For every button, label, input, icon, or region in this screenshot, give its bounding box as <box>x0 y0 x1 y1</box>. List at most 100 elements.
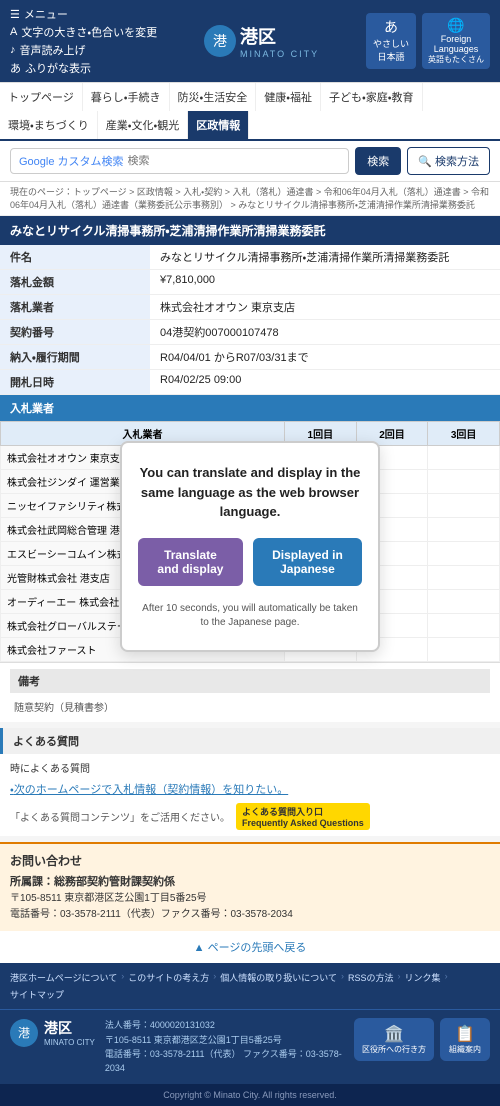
breadcrumb: 現在のページ：トップページ > 区政情報 > 入札・契約 > 入札（落札）通達書… <box>0 182 500 216</box>
translation-modal: You can translate and display in the sam… <box>120 441 380 652</box>
nav-children[interactable]: 子ども・家庭・教育 <box>321 83 422 111</box>
bid-r3 <box>428 566 500 590</box>
access-icon: 🏛️ <box>362 1024 426 1044</box>
foreign-language-btn[interactable]: 🌐 Foreign Languages 英語もたくさん <box>422 13 490 69</box>
info-value: ¥7,810,000 <box>150 270 500 295</box>
search-input[interactable] <box>128 155 341 167</box>
header-menu-group: ☰ メニュー A 文字の大きさ・色合いを変更 ♪ 音声読み上げ あ ふりがな表示 <box>10 6 157 76</box>
menu-btn[interactable]: ☰ メニュー <box>10 6 157 22</box>
displayed-in-japanese-button[interactable]: Displayed in Japanese <box>253 538 362 586</box>
bid-r3 <box>428 590 500 614</box>
back-to-top[interactable]: ▲ ページの先頭へ戻る <box>0 931 500 963</box>
info-table-row: 契約番号04港契約007000107478 <box>0 320 500 345</box>
contact-dept: 所属課：総務部契約管財課契約係 <box>10 873 490 889</box>
contact-header: お問い合わせ <box>10 852 490 869</box>
site-logo: 港 港区 MINATO CITY <box>204 23 319 59</box>
logo-sub: MINATO CITY <box>240 49 319 59</box>
menu-label: メニュー <box>24 6 68 22</box>
furigana-btn[interactable]: あ ふりがな表示 <box>10 60 157 76</box>
tts-icon: ♪ <box>10 44 16 56</box>
footer-org-btn[interactable]: 📋 組織案内 <box>440 1018 490 1061</box>
org-icon: 📋 <box>448 1024 482 1044</box>
info-table-row: 件名みなとリサイクル清掃事務所・芝浦清掃作業所清掃業務委託 <box>0 245 500 270</box>
footer-nav-policy[interactable]: このサイトの考え方 <box>128 971 209 984</box>
nav-environment[interactable]: 環境・まちづくり <box>0 111 98 139</box>
nav-ward-info[interactable]: 区政情報 <box>188 111 249 139</box>
info-value: みなとリサイクル清掃事務所・芝浦清掃作業所清掃業務委託 <box>150 245 500 270</box>
faq-header: よくある質問 <box>0 728 500 754</box>
nav-top[interactable]: トップページ <box>0 83 83 111</box>
footer-nav-links[interactable]: リンク集 <box>405 971 441 984</box>
nav-industry[interactable]: 産業・文化・観光 <box>98 111 188 139</box>
faq-item-1[interactable]: ・次のホームページで入札情報（契約情報）を知りたい。 <box>10 779 490 799</box>
footer-main: 港 港区 MINATO CITY 法人番号：4000020131032 〒105… <box>0 1009 500 1084</box>
translation-buttons: Translate and display Displayed in Japan… <box>138 538 362 586</box>
footer-nav-about[interactable]: 港区ホームページについて <box>10 971 117 984</box>
search-bar: Google カスタム検索 検索 🔍 検索方法 <box>0 141 500 182</box>
footer-logo-name: 港区 <box>44 1018 95 1038</box>
search-method-button[interactable]: 🔍 検索方法 <box>407 147 490 175</box>
info-label: 落札金額 <box>0 270 150 295</box>
bid-r3 <box>428 638 500 662</box>
footer-nav-privacy[interactable]: 個人情報の取り扱いについて <box>220 971 337 984</box>
font-icon: A <box>10 26 17 38</box>
info-label: 納入・履行期間 <box>0 345 150 370</box>
easy-japanese-btn[interactable]: あ やさしい 日本語 <box>366 13 416 69</box>
remarks-text: 随意契約（見積書参） <box>10 697 490 716</box>
footer-access-btn[interactable]: 🏛️ 区役所への行き方 <box>354 1018 434 1061</box>
info-label: 契約番号 <box>0 320 150 345</box>
translation-note: After 10 seconds, you will automatically… <box>138 602 362 630</box>
header-right-buttons: あ やさしい 日本語 🌐 Foreign Languages 英語もたくさん <box>366 13 490 69</box>
faq-section: よくある質問 時によくある質問 ・次のホームページで入札情報（契約情報）を知りた… <box>0 728 500 836</box>
footer-logo-circle: 港 <box>10 1019 38 1047</box>
contact-section: お問い合わせ 所属課：総務部契約管財課契約係 〒105-8511 東京都港区芝公… <box>0 842 500 931</box>
access-label: 区役所への行き方 <box>362 1044 426 1055</box>
bid-r3 <box>428 518 500 542</box>
footer-nav-sitemap[interactable]: サイトマップ <box>10 988 64 1001</box>
info-value: R04/04/01 からR07/03/31まで <box>150 345 500 370</box>
bid-section-header: 入札業者 <box>0 395 500 421</box>
col-r3: 3回目 <box>428 422 500 446</box>
footer-nav-rss[interactable]: RSSの方法 <box>348 971 394 984</box>
foreign-label2: Languages <box>428 44 484 54</box>
faq-badge[interactable]: よくある質問入り口Frequently Asked Questions <box>236 803 370 830</box>
search-button[interactable]: 検索 <box>355 147 401 175</box>
faq-link-text: 「よくある質問コンテンツ」をご活用ください。 <box>10 809 230 824</box>
font-label: 文字の大きさ・色合いを変更 <box>21 24 157 40</box>
info-value: 株式会社オオウン 東京支店 <box>150 295 500 320</box>
nav-life[interactable]: 暮らし・手続き <box>83 83 170 111</box>
logo-circle: 港 <box>204 25 236 57</box>
footer-logo: 港 港区 MINATO CITY <box>10 1018 95 1047</box>
faq-section-label: 時によくある質問 <box>10 760 490 775</box>
footer-corp-number: 法人番号：4000020131032 <box>105 1018 344 1032</box>
tts-btn[interactable]: ♪ 音声読み上げ <box>10 42 157 58</box>
translate-button[interactable]: Translate and display <box>138 538 243 586</box>
tts-label: 音声読み上げ <box>20 42 86 58</box>
footer-nav: 港区ホームページについて › このサイトの考え方 › 個人情報の取り扱いについて… <box>0 963 500 1009</box>
logo-name: 港区 <box>240 23 319 49</box>
faq-item-text: 次のホームページで入札情報（契約情報）を知りたい。 <box>14 784 288 796</box>
bid-r3 <box>428 470 500 494</box>
breadcrumb-text: 現在のページ：トップページ > 区政情報 > 入札・契約 > 入札（落札）通達書… <box>10 187 489 210</box>
google-label: Google カスタム検索 <box>19 153 124 169</box>
bid-table-container: 入札業者 1回目 2回目 3回目 株式会社オオウン 東京支店株式会社ジンダイ 運… <box>0 421 500 662</box>
footer-logo-sub: MINATO CITY <box>44 1038 95 1047</box>
search-input-wrap: Google カスタム検索 <box>10 148 349 174</box>
info-table: 件名みなとリサイクル清掃事務所・芝浦清掃作業所清掃業務委託落札金額¥7,810,… <box>0 245 500 395</box>
nav-disaster[interactable]: 防災・生活安全 <box>170 83 257 111</box>
furigana-label: ふりがな表示 <box>25 60 91 76</box>
remarks-section: 備考 随意契約（見積書参） <box>0 662 500 722</box>
info-label: 件名 <box>0 245 150 270</box>
bid-r3 <box>428 614 500 638</box>
footer-address: 〒105-8511 東京都港区芝公園1丁目5番25号 <box>105 1033 344 1047</box>
info-value: 04港契約007000107478 <box>150 320 500 345</box>
faq-content: 時によくある質問 ・次のホームページで入札情報（契約情報）を知りたい。 「よくあ… <box>0 754 500 836</box>
back-to-top-label: ページの先頭へ戻る <box>208 942 307 954</box>
font-size-btn[interactable]: A 文字の大きさ・色合いを変更 <box>10 24 157 40</box>
search-method-label: 検索方法 <box>435 153 479 169</box>
org-label: 組織案内 <box>448 1044 482 1055</box>
info-table-row: 落札業者株式会社オオウン 東京支店 <box>0 295 500 320</box>
main-navigation: トップページ 暮らし・手続き 防災・生活安全 健康・福祉 子ども・家庭・教育 環… <box>0 83 500 141</box>
bid-r3 <box>428 494 500 518</box>
nav-health[interactable]: 健康・福祉 <box>256 83 321 111</box>
